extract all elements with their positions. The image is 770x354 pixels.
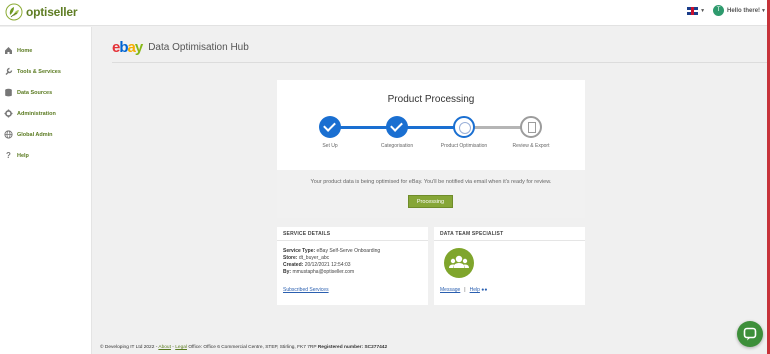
home-icon	[5, 47, 12, 54]
sidebar-item-label: Tools & Services	[17, 68, 61, 75]
step-categorisation-check-icon	[386, 116, 408, 138]
wrench-icon	[5, 67, 13, 75]
avatar[interactable]: T	[713, 5, 725, 16]
legal-link[interactable]: Legal	[175, 345, 187, 350]
header-divider	[112, 62, 768, 63]
service-type-line: Service Type: eBay Self-Serve Onboarding	[283, 248, 381, 254]
service-details-panel: SERVICE DETAILS Service Type: eBay Self-…	[277, 227, 428, 305]
uk-flag-icon[interactable]	[687, 6, 699, 15]
step-label: Categorisation	[380, 143, 414, 149]
created-line: Created: 20/12/2021 12:54:03	[283, 262, 351, 268]
sidebar-item-home[interactable]: Home	[4, 46, 32, 55]
by-line: By: mmustapha@optiseller.com	[283, 269, 355, 275]
database-icon	[5, 88, 12, 97]
sidebar-item-label: Data Sources	[17, 89, 53, 96]
step-label: Set Up	[322, 143, 338, 149]
footer-separator: -	[172, 345, 174, 350]
registered-number: Registered number: SC277442	[317, 345, 388, 350]
chat-button[interactable]	[737, 321, 763, 347]
ebay-logo: ebay	[112, 39, 143, 56]
sidebar-item-administration[interactable]: Administration	[4, 109, 56, 118]
subscribed-services-link[interactable]: Subscribed Services	[283, 287, 329, 293]
status-notice: Your product data is being optimised for…	[277, 170, 585, 218]
help-link[interactable]: Help	[470, 287, 480, 293]
globe-icon	[4, 130, 13, 139]
panel-heading: SERVICE DETAILS	[277, 227, 428, 241]
question-icon: ?	[6, 151, 11, 160]
step-optimisation-icon	[453, 116, 475, 138]
message-link[interactable]: Message	[440, 287, 460, 293]
page-title: Data Optimisation Hub	[148, 42, 249, 53]
copyright: © Developing IT Ltd 2022 -	[100, 345, 158, 350]
sidebar-item-global-admin[interactable]: Global Admin	[4, 130, 53, 139]
chevron-down-icon[interactable]: ▼	[700, 8, 705, 14]
step-review-document-icon	[520, 116, 542, 138]
step-setup-check-icon	[319, 116, 341, 138]
link-separator: |	[464, 287, 466, 293]
users-icon: ●●	[481, 287, 488, 293]
page-header: ebay Data Optimisation Hub	[112, 40, 249, 55]
sidebar: Home Tools & Services Data Sources Admin…	[0, 27, 92, 354]
sidebar-item-tools-services[interactable]: Tools & Services	[4, 67, 61, 76]
footer: © Developing IT Ltd 2022 - About - Legal…	[100, 345, 387, 350]
sidebar-item-label: Global Admin	[17, 131, 53, 138]
leaf-logo-icon	[5, 3, 23, 21]
gear-icon	[4, 109, 13, 118]
step-label: Review & Export	[512, 143, 550, 149]
store-line: Store: dt_buyer_abc	[283, 255, 330, 261]
notice-text: Your product data is being optimised for…	[310, 179, 552, 185]
sidebar-item-label: Home	[17, 47, 33, 54]
step-label: Product Optimisation	[440, 143, 488, 149]
user-area: ▼ T Hello there! ▼	[687, 5, 766, 16]
panel-heading: DATA TEAM SPECIALIST	[434, 227, 585, 241]
sidebar-item-label: Help	[17, 152, 29, 159]
team-users-icon	[444, 248, 474, 278]
brand-name: optiseller	[26, 5, 78, 19]
about-link[interactable]: About	[158, 345, 171, 350]
greeting-menu[interactable]: Hello there!	[727, 8, 760, 14]
top-bar: optiseller ▼ T Hello there! ▼	[0, 0, 770, 26]
office-address: Office: Office 6 Commercial Centre, STEP…	[188, 345, 317, 350]
chevron-down-icon[interactable]: ▼	[761, 8, 766, 14]
sidebar-item-help[interactable]: ? Help	[4, 151, 29, 160]
sidebar-item-data-sources[interactable]: Data Sources	[4, 88, 52, 97]
processing-button[interactable]: Processing	[408, 195, 453, 208]
chat-bubble-icon	[743, 327, 757, 341]
card-title: Product Processing	[387, 94, 475, 105]
optiseller-logo[interactable]: optiseller	[5, 3, 78, 21]
sidebar-item-label: Administration	[17, 110, 56, 117]
specialist-contact: Message | Help ●●	[440, 287, 487, 293]
